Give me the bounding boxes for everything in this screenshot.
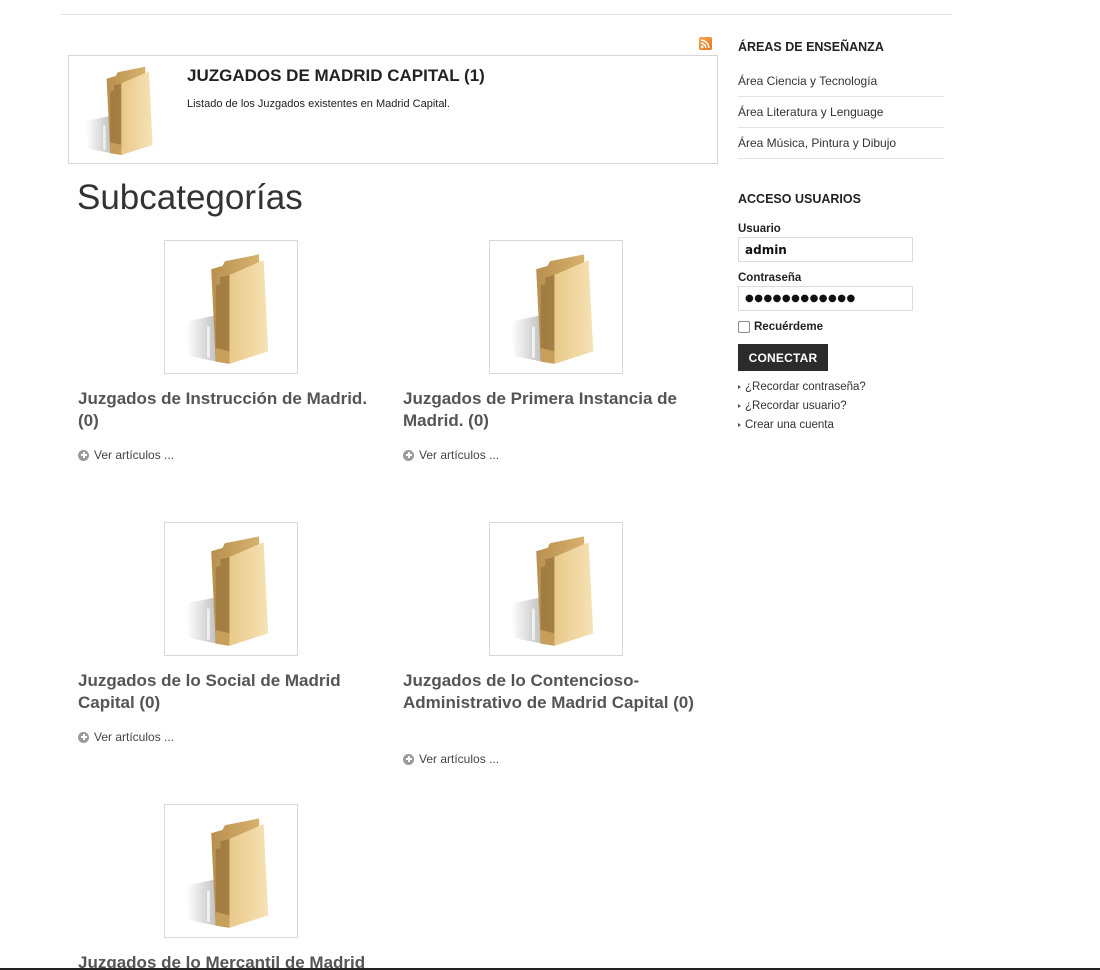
create-account-link[interactable]: Crear una cuenta	[738, 419, 944, 431]
login-links: ¿Recordar contraseña? ¿Recordar usuario?…	[738, 381, 944, 431]
read-more-label: Ver artículos ...	[94, 730, 175, 744]
category-title: JUZGADOS DE MADRID CAPITAL (1)	[187, 66, 485, 85]
area-link[interactable]: Área Música, Pintura y Dibujo	[738, 128, 944, 159]
subcategory-title[interactable]: Juzgados de lo Social de Madrid Capital …	[78, 670, 388, 713]
subcategories-heading: Subcategorías	[77, 178, 303, 217]
folder-icon	[502, 531, 616, 649]
subcategory-title[interactable]: Juzgados de Primera Instancia de Madrid.…	[403, 388, 713, 431]
read-more-link[interactable]: Ver artículos ...	[78, 730, 174, 744]
areas-heading: ÁREAS DE ENSEÑANZA	[738, 40, 884, 54]
plus-circle-icon	[403, 449, 414, 461]
remember-label: Recuérdeme	[754, 321, 824, 333]
category-header: JUZGADOS DE MADRID CAPITAL (1) Listado d…	[68, 55, 718, 164]
folder-icon	[502, 249, 616, 367]
subcategory-title[interactable]: Juzgados de lo Contencioso-Administrativ…	[403, 670, 713, 713]
remember-me[interactable]: Recuérdeme	[738, 321, 944, 333]
rss-icon[interactable]	[699, 37, 712, 50]
subcategory-thumbnail[interactable]	[489, 522, 623, 656]
subcategory-thumbnail[interactable]	[164, 240, 298, 374]
read-more-link[interactable]: Ver artículos ...	[403, 752, 499, 766]
subcategory-title[interactable]: Juzgados de Instrucción de Madrid. (0)	[78, 388, 388, 431]
remember-checkbox[interactable]	[738, 321, 750, 333]
read-more-label: Ver artículos ...	[94, 448, 175, 462]
password-label: Contraseña	[738, 272, 802, 284]
read-more-link[interactable]: Ver artículos ...	[78, 448, 174, 462]
folder-icon	[177, 531, 291, 649]
plus-circle-icon	[78, 731, 89, 743]
sidebar: ÁREAS DE ENSEÑANZA Área Ciencia y Tecnol…	[738, 40, 944, 431]
category-description: Listado de los Juzgados existentes en Ma…	[187, 98, 450, 110]
arrow-right-icon	[738, 423, 741, 427]
forgot-username-link[interactable]: ¿Recordar usuario?	[738, 400, 944, 412]
subcategory-thumbnail[interactable]	[164, 804, 298, 938]
folder-icon	[79, 64, 171, 156]
area-link[interactable]: Área Ciencia y Tecnología	[738, 66, 944, 97]
folder-icon	[177, 249, 291, 367]
forgot-password-link[interactable]: ¿Recordar contraseña?	[738, 381, 944, 393]
link-label: Crear una cuenta	[745, 419, 834, 431]
username-label: Usuario	[738, 223, 781, 235]
link-label: ¿Recordar contraseña?	[745, 381, 866, 393]
areas-list: Área Ciencia y Tecnología Área Literatur…	[738, 66, 944, 159]
read-more-link[interactable]: Ver artículos ...	[403, 448, 499, 462]
arrow-right-icon	[738, 404, 741, 408]
connect-button[interactable]: CONECTAR	[738, 344, 828, 371]
subcategory-thumbnail[interactable]	[489, 240, 623, 374]
folder-icon	[177, 813, 291, 931]
top-divider	[60, 14, 952, 15]
subcategory-thumbnail[interactable]	[164, 522, 298, 656]
area-link[interactable]: Área Literatura y Lenguage	[738, 97, 944, 128]
password-input[interactable]: ●●●●●●●●●●●●	[738, 286, 913, 311]
login-form: ACCESO USUARIOS Usuario admin Contraseña…	[738, 192, 944, 438]
username-input[interactable]: admin	[738, 237, 913, 262]
arrow-right-icon	[738, 385, 741, 389]
link-label: ¿Recordar usuario?	[745, 400, 847, 412]
read-more-label: Ver artículos ...	[419, 448, 500, 462]
page: JUZGADOS DE MADRID CAPITAL (1) Listado d…	[0, 0, 1100, 970]
read-more-label: Ver artículos ...	[419, 752, 500, 766]
login-heading: ACCESO USUARIOS	[738, 192, 861, 206]
plus-circle-icon	[78, 449, 89, 461]
plus-circle-icon	[403, 753, 414, 765]
